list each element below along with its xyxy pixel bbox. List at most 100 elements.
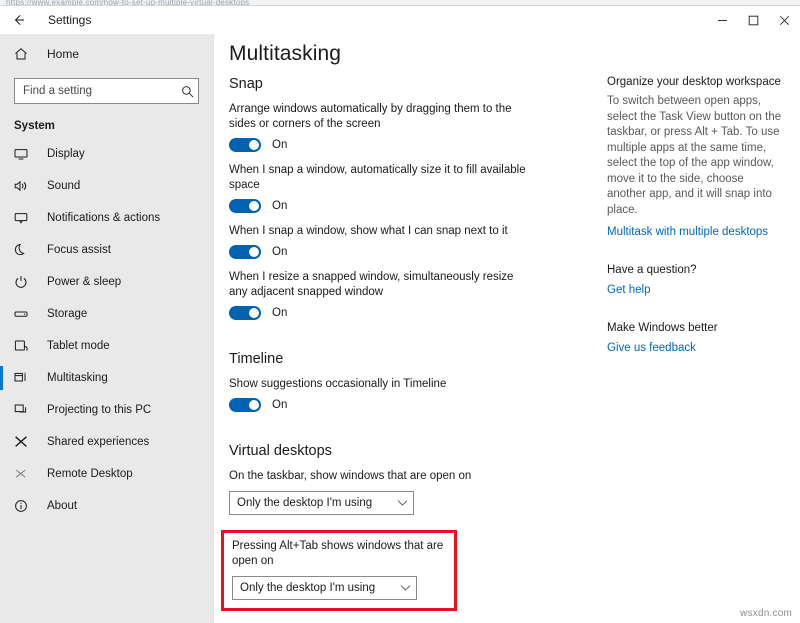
selection-indicator	[0, 462, 3, 486]
sidebar-item-label: About	[47, 500, 77, 512]
dropdown-taskbar-show-windows[interactable]: Only the desktop I'm using	[229, 491, 414, 515]
page-title: Multitasking	[229, 42, 800, 66]
sidebar-item-display[interactable]: Display	[0, 138, 213, 170]
sidebar-item-label: Power & sleep	[47, 276, 121, 288]
section-heading-timeline: Timeline	[229, 351, 607, 367]
toggle-snap-arrange[interactable]	[229, 138, 261, 152]
toggle-knob	[249, 201, 259, 211]
home-icon	[14, 47, 34, 61]
toggle-state-label: On	[272, 200, 287, 212]
info-icon	[14, 499, 34, 513]
selection-indicator	[0, 430, 3, 454]
toggle-snap-fill-space[interactable]	[229, 199, 261, 213]
sidebar-item-notifications[interactable]: Notifications & actions	[0, 202, 213, 234]
dropdown-selected-value: Only the desktop I'm using	[233, 582, 394, 594]
section-heading-snap: Snap	[229, 76, 607, 92]
sidebar-item-focus-assist[interactable]: Focus assist	[0, 234, 213, 266]
speaker-icon	[14, 179, 34, 193]
selection-indicator	[0, 206, 3, 230]
link-give-us-feedback[interactable]: Give us feedback	[607, 341, 785, 356]
sidebar-item-remote-desktop[interactable]: Remote Desktop	[0, 458, 213, 490]
app-title: Settings	[48, 13, 91, 27]
setting-description: When I snap a window, show what I can sn…	[229, 224, 529, 239]
setting-alt-tab-show-windows: Pressing Alt+Tab shows windows that are …	[232, 539, 446, 600]
power-icon	[14, 275, 34, 289]
back-arrow-icon[interactable]	[0, 6, 38, 34]
sidebar-item-sound[interactable]: Sound	[0, 170, 213, 202]
sidebar-item-label: Focus assist	[47, 244, 111, 256]
sidebar: Home System Display	[0, 34, 214, 623]
section-heading-virtual-desktops: Virtual desktops	[229, 443, 607, 459]
sidebar-item-label: Multitasking	[47, 372, 108, 384]
sidebar-home-label: Home	[47, 47, 79, 61]
toggle-timeline-suggestions[interactable]	[229, 398, 261, 412]
chevron-down-icon[interactable]	[391, 499, 413, 507]
link-multitask-multiple-desktops[interactable]: Multitask with multiple desktops	[607, 225, 785, 240]
shared-experiences-icon	[14, 435, 34, 449]
sidebar-item-label: Notifications & actions	[47, 212, 160, 224]
sidebar-item-projecting[interactable]: Projecting to this PC	[0, 394, 213, 426]
project-screen-icon	[14, 403, 34, 417]
window-controls	[707, 6, 800, 34]
minimize-icon[interactable]	[707, 6, 738, 34]
info-block-question: Have a question? Get help	[607, 264, 797, 298]
sidebar-item-label: Remote Desktop	[47, 468, 133, 480]
sidebar-item-home[interactable]: Home	[0, 41, 213, 67]
toggle-state-label: On	[272, 246, 287, 258]
setting-description: Show suggestions occasionally in Timelin…	[229, 377, 529, 392]
selection-indicator	[0, 398, 3, 422]
setting-taskbar-show-windows: On the taskbar, show windows that are op…	[229, 469, 607, 515]
toggle-snap-resize-adjacent[interactable]	[229, 306, 261, 320]
tablet-icon	[14, 339, 34, 353]
setting-description: When I resize a snapped window, simultan…	[229, 270, 529, 300]
sidebar-item-label: Shared experiences	[47, 436, 149, 448]
setting-snap-arrange: Arrange windows automatically by draggin…	[229, 102, 607, 152]
setting-timeline-suggestions: Show suggestions occasionally in Timelin…	[229, 377, 607, 412]
setting-snap-resize-adjacent: When I resize a snapped window, simultan…	[229, 270, 607, 320]
toggle-knob	[249, 140, 259, 150]
moon-icon	[14, 243, 34, 257]
search-box[interactable]	[14, 78, 199, 104]
sidebar-item-tablet-mode[interactable]: Tablet mode	[0, 330, 213, 362]
toggle-snap-show-next-to[interactable]	[229, 245, 261, 259]
sidebar-group-title: System	[0, 120, 213, 132]
sidebar-nav-list: Display Sound	[0, 138, 213, 522]
notification-icon	[14, 211, 34, 225]
info-body: To switch between open apps, select the …	[607, 94, 782, 218]
sidebar-item-power-sleep[interactable]: Power & sleep	[0, 266, 213, 298]
toggle-state-label: On	[272, 307, 287, 319]
sidebar-item-label: Display	[47, 148, 85, 160]
toggle-state-label: On	[272, 399, 287, 411]
chevron-down-icon[interactable]	[394, 584, 416, 592]
search-icon[interactable]	[177, 85, 198, 98]
sidebar-item-label: Tablet mode	[47, 340, 110, 352]
selection-indicator	[0, 270, 3, 294]
drive-icon	[14, 307, 34, 321]
selection-indicator	[0, 366, 3, 390]
settings-column: Snap Arrange windows automatically by dr…	[215, 76, 607, 611]
toggle-knob	[249, 308, 259, 318]
selection-indicator	[0, 302, 3, 326]
sidebar-item-multitasking[interactable]: Multitasking	[0, 362, 213, 394]
dropdown-alt-tab-show-windows[interactable]: Only the desktop I'm using	[232, 576, 417, 600]
sidebar-item-about[interactable]: About	[0, 490, 213, 522]
sidebar-item-shared-experiences[interactable]: Shared experiences	[0, 426, 213, 458]
maximize-icon[interactable]	[738, 6, 769, 34]
toggle-knob	[249, 247, 259, 257]
sidebar-item-label: Projecting to this PC	[47, 404, 151, 416]
sidebar-item-label: Storage	[47, 308, 87, 320]
setting-description: On the taskbar, show windows that are op…	[229, 469, 529, 484]
toggle-state-label: On	[272, 139, 287, 151]
info-heading: Organize your desktop workspace	[607, 76, 797, 88]
search-input[interactable]	[15, 79, 177, 103]
toggle-knob	[249, 400, 259, 410]
settings-window: https://www.example.com/how-to-set-up-mu…	[0, 0, 800, 623]
main-content: Multitasking Snap Arrange windows automa…	[215, 34, 800, 623]
sidebar-item-storage[interactable]: Storage	[0, 298, 213, 330]
info-block-organize: Organize your desktop workspace To switc…	[607, 76, 797, 240]
watermark: wsxdn.com	[740, 608, 792, 619]
close-icon[interactable]	[769, 6, 800, 34]
multitasking-icon	[14, 371, 34, 385]
selection-indicator	[0, 142, 3, 166]
link-get-help[interactable]: Get help	[607, 283, 785, 298]
